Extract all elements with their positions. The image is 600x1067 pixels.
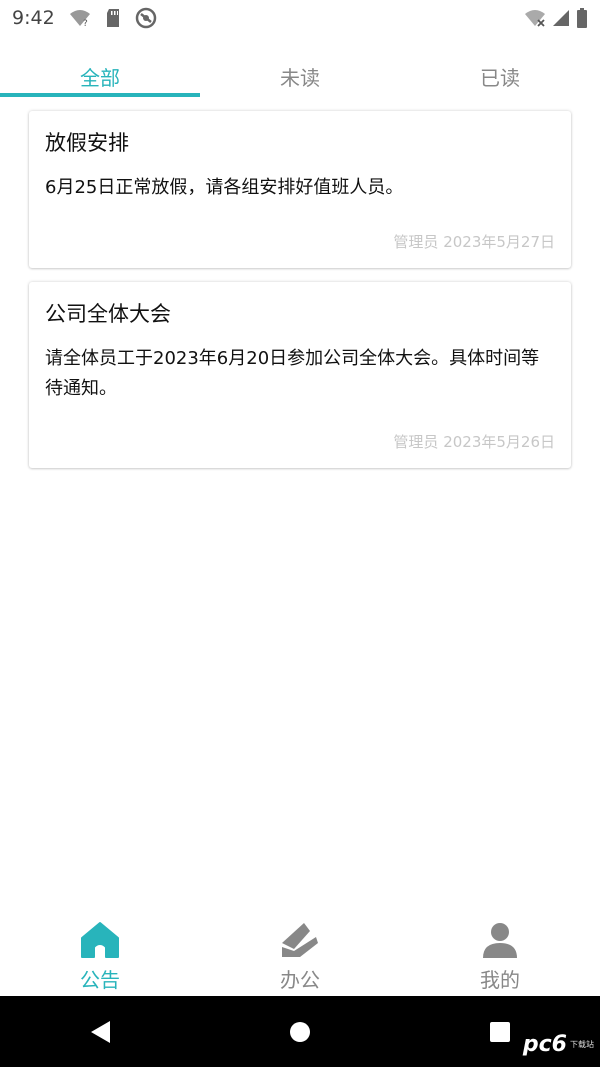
nav-mine[interactable]: 我的 [400,912,600,996]
notice-meta: 管理员 2023年5月26日 [393,433,555,451]
tab-unread[interactable]: 未读 [200,58,400,98]
watermark-logo: pc6 [522,1032,567,1057]
bottom-nav: 公告 办公 我的 [0,912,600,996]
tab-read[interactable]: 已读 [400,58,600,98]
back-triangle-icon [91,1020,110,1043]
nav-notice[interactable]: 公告 [0,912,200,996]
tab-all[interactable]: 全部 [0,58,200,98]
notice-card[interactable]: 放假安排 6月25日正常放假，请各组安排好值班人员。 管理员 2023年5月27… [29,111,571,268]
notice-title: 放假安排 [45,131,129,155]
system-nav-bar: pc6 下载站 [0,996,600,1067]
status-time: 9:42 [12,7,55,29]
tab-bar: 全部 未读 已读 [0,58,600,98]
no-disturb-icon [135,7,157,29]
sd-card-icon [105,8,121,28]
recents-square-icon [490,1021,510,1042]
notice-meta: 管理员 2023年5月27日 [393,233,555,251]
recents-button[interactable] [470,1002,530,1062]
home-circle-icon [290,1021,310,1042]
tab-indicator [0,93,200,97]
watermark: pc6 下载站 [523,1032,594,1057]
notice-title: 公司全体大会 [45,302,171,326]
signal-icon [552,9,570,27]
nav-office[interactable]: 办公 [200,912,400,996]
notice-body: 6月25日正常放假，请各组安排好值班人员。 [45,177,404,198]
wifi-off-icon [524,9,546,27]
wifi-question-icon: ? [69,9,91,27]
battery-icon [576,8,588,28]
user-icon [480,920,520,960]
back-button[interactable] [70,1002,130,1062]
status-bar: 9:42 ? [0,0,600,36]
nav-label: 公告 [80,968,120,992]
svg-text:?: ? [83,19,88,27]
watermark-sub: 下载站 [570,1039,594,1049]
notice-body: 请全体员工于2023年6月20日参加公司全体大会。具体时间等待通知。 [45,348,540,399]
status-left: 9:42 ? [12,7,157,29]
nav-label: 办公 [280,968,320,992]
home-icon [80,920,120,960]
notice-list: 放假安排 6月25日正常放假，请各组安排好值班人员。 管理员 2023年5月27… [29,111,571,468]
nav-label: 我的 [480,968,520,992]
status-right [524,8,588,28]
office-icon [280,920,320,960]
home-button[interactable] [270,1002,330,1062]
notice-card[interactable]: 公司全体大会 请全体员工于2023年6月20日参加公司全体大会。具体时间等待通知… [29,282,571,468]
